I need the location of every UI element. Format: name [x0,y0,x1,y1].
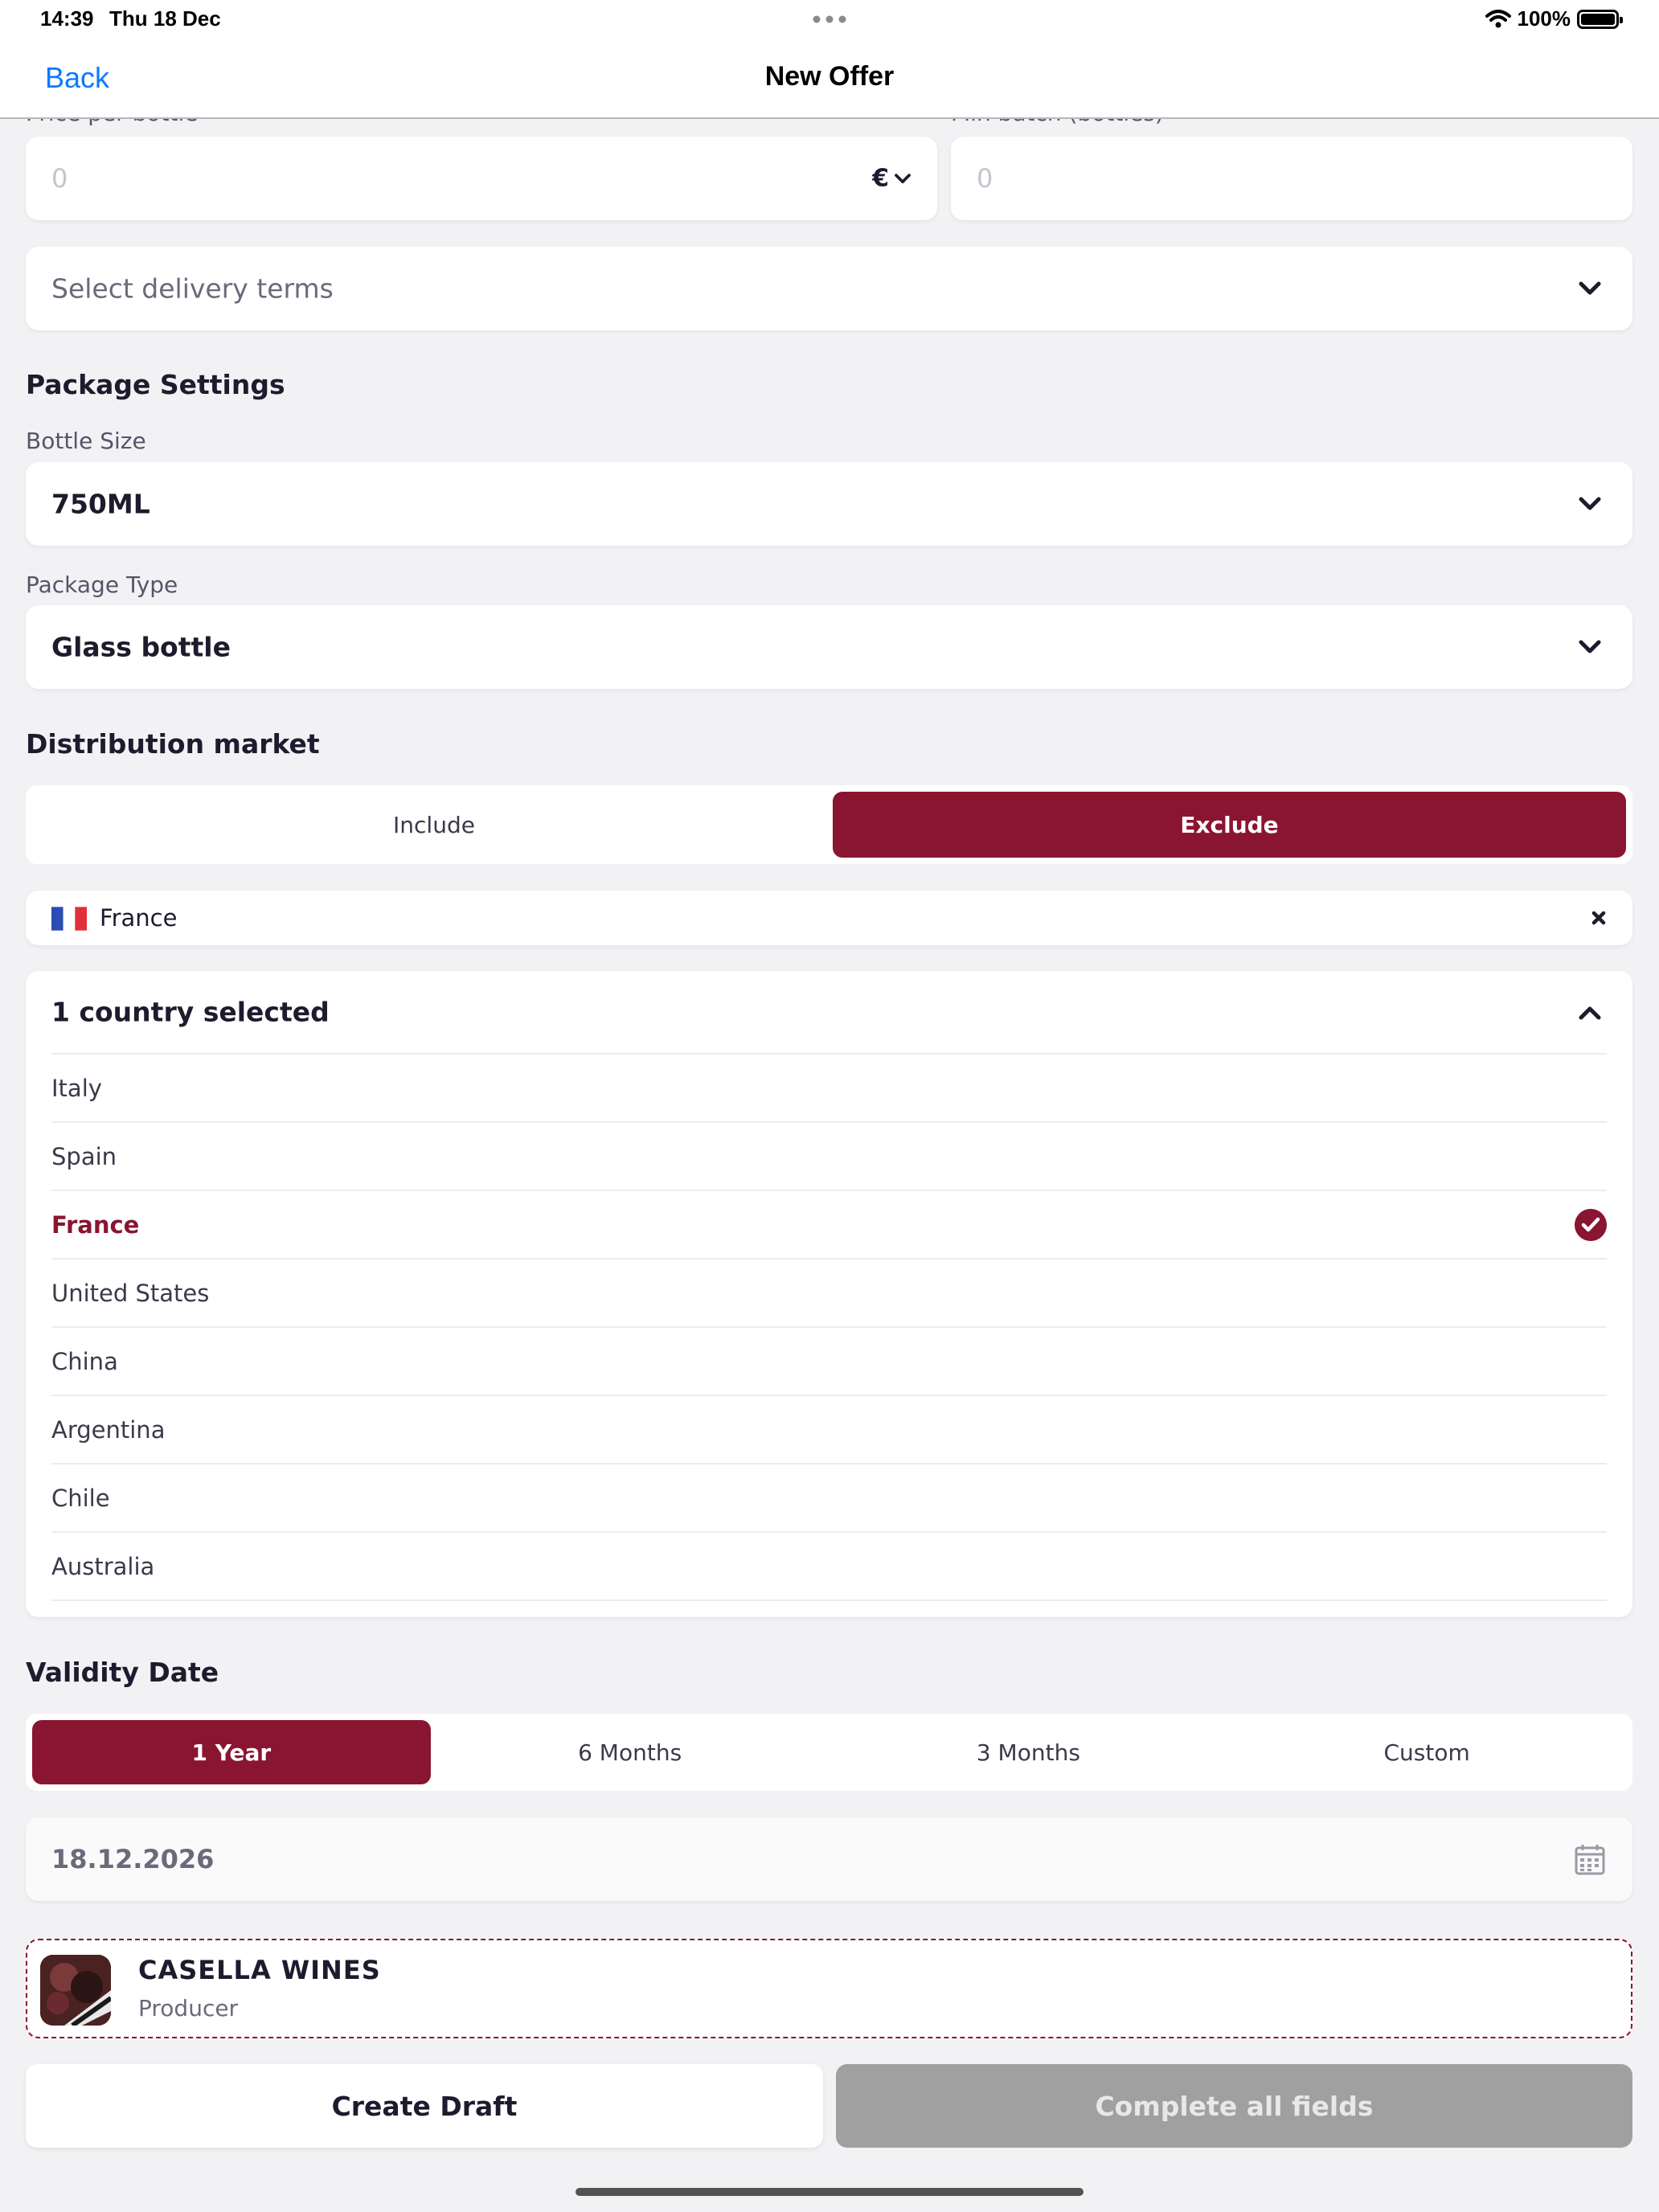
producer-name: CASELLA WINES [138,1955,381,1985]
complete-all-fields-button[interactable]: Complete all fields [836,2064,1632,2148]
min-batch-input[interactable]: 0 [951,137,1632,220]
multitasking-dots-icon[interactable] [812,10,847,29]
country-option-label: Italy [51,1074,102,1102]
validity-date-field[interactable]: 18.12.2026 [26,1817,1632,1901]
delivery-terms-select[interactable]: Select delivery terms [26,247,1632,330]
selected-count: 1 country selected [51,996,330,1028]
country-option[interactable]: Australia [51,1533,1607,1601]
country-option-label: Chile [51,1484,110,1512]
country-option-label: United States [51,1279,210,1307]
validity-date-value: 18.12.2026 [51,1844,215,1874]
country-option[interactable]: Argentina [51,1396,1607,1464]
package-settings-title: Package Settings [26,369,285,400]
chevron-down-icon [1579,497,1601,510]
package-type-value: Glass bottle [51,631,231,663]
country-option-label: Australia [51,1552,155,1580]
country-option[interactable]: Spain [51,1123,1607,1191]
price-input[interactable]: 0 € [26,137,937,220]
price-placeholder: 0 [51,163,68,194]
currency-symbol: € [872,164,889,193]
country-dropdown: 1 country selected Italy Spain France Unite… [26,971,1632,1617]
producer-role: Producer [138,1995,239,2022]
status-date: Thu 18 Dec [109,6,221,31]
currency-selector[interactable]: € [872,165,911,193]
validity-option[interactable]: 6 Months [431,1720,830,1784]
create-draft-button[interactable]: Create Draft [26,2064,823,2148]
close-icon[interactable] [1591,910,1607,926]
country-option-label: Spain [51,1142,117,1170]
validity-option[interactable]: 3 Months [830,1720,1228,1784]
bottle-size-value: 750ML [51,488,150,520]
country-dropdown-header[interactable]: 1 country selected [51,971,1607,1055]
producer-card[interactable]: CASELLA WINES Producer [26,1939,1632,2038]
package-type-select[interactable]: Glass bottle [26,605,1632,689]
min-batch-placeholder: 0 [977,163,993,194]
country-option-label: China [51,1347,118,1375]
validity-date-title: Validity Date [26,1657,219,1688]
distribution-market-title: Distribution market [26,728,320,760]
chevron-down-icon [895,173,911,183]
calendar-icon[interactable] [1575,1843,1605,1875]
status-bar: 14:39 Thu 18 Dec 100% [0,0,1659,39]
country-option[interactable]: China [51,1328,1607,1396]
battery-icon [1577,9,1623,29]
validity-options: 1 Year 6 Months 3 Months Custom [26,1714,1632,1791]
status-time: 14:39 [40,6,94,31]
country-option[interactable]: United States [51,1260,1607,1328]
include-option[interactable]: Include [32,792,836,858]
country-option[interactable]: Chile [51,1464,1607,1533]
chevron-up-icon [1579,1006,1601,1020]
country-option[interactable]: Italy [51,1055,1607,1123]
country-option-label: France [51,1210,140,1239]
france-flag-icon [51,907,87,931]
country-option[interactable]: France [51,1191,1607,1260]
validity-option[interactable]: Custom [1227,1720,1626,1784]
bottle-size-select[interactable]: 750ML [26,462,1632,546]
exclude-option[interactable]: Exclude [833,792,1626,858]
chevron-down-icon [1579,281,1601,295]
navigation-bar: Back New Offer [0,39,1659,119]
wifi-icon [1485,9,1511,27]
include-exclude-toggle: Include Exclude [26,785,1632,864]
chip-label: France [100,904,178,932]
check-circle-icon [1575,1208,1607,1241]
validity-option[interactable]: 1 Year [32,1720,431,1784]
delivery-terms-placeholder: Select delivery terms [51,272,334,305]
chevron-down-icon [1579,640,1601,653]
selected-country-chip: France [26,891,1632,945]
page-title: New Offer [764,61,895,92]
bottle-size-label: Bottle Size [26,428,146,454]
country-option-label: Argentina [51,1415,166,1444]
home-indicator [576,2188,1083,2196]
package-type-label: Package Type [26,571,178,598]
producer-avatar [40,1955,111,2026]
battery-percent: 100% [1517,6,1571,31]
